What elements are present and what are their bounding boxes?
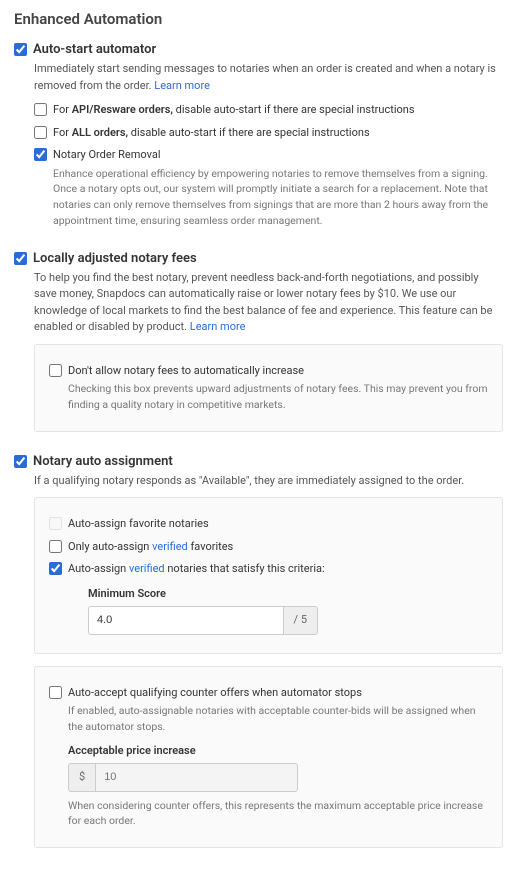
fees-title: Locally adjusted notary fees xyxy=(33,251,197,266)
opt-api-prefix: For xyxy=(53,103,72,116)
opt-all-checkbox[interactable] xyxy=(34,126,47,139)
section-fees: Locally adjusted notary fees To help you… xyxy=(14,251,503,432)
counter-box: Auto-accept qualifying counter offers wh… xyxy=(34,666,503,849)
page-title: Enhanced Automation xyxy=(14,10,503,28)
auto-start-title: Auto-start automator xyxy=(33,42,156,57)
opt-api-rest: disable auto-start if there are special … xyxy=(173,103,415,116)
counter-desc: If enabled, auto-assignable notaries wit… xyxy=(68,703,488,735)
auto-start-desc-text: Immediately start sending messages to no… xyxy=(34,62,496,92)
counter-checkbox[interactable] xyxy=(49,686,62,699)
fav-checkbox[interactable] xyxy=(49,517,62,530)
criteria-checkbox[interactable] xyxy=(49,562,62,575)
section-auto-assign: Notary auto assignment If a qualifying n… xyxy=(14,454,503,849)
auto-start-desc: Immediately start sending messages to no… xyxy=(34,61,503,94)
criteria-prefix: Auto-assign xyxy=(68,562,129,575)
fees-desc-text: To help you find the best notary, preven… xyxy=(34,271,492,334)
no-increase-title: Don't allow notary fees to automatically… xyxy=(68,363,488,380)
opt-all-strong: ALL orders, xyxy=(72,126,128,139)
fav-label: Auto-assign favorite notaries xyxy=(68,517,209,530)
price-input[interactable] xyxy=(95,763,298,792)
opt-api-label: For API/Resware orders, disable auto-sta… xyxy=(53,103,415,116)
auto-assign-title: Notary auto assignment xyxy=(33,454,173,469)
counter-title: Auto-accept qualifying counter offers wh… xyxy=(68,685,488,702)
no-increase-checkbox[interactable] xyxy=(49,364,62,377)
opt-removal-checkbox[interactable] xyxy=(34,148,47,161)
criteria-label: Auto-assign verified notaries that satis… xyxy=(68,562,325,575)
section-auto-start: Auto-start automator Immediately start s… xyxy=(14,42,503,229)
fav-verified-checkbox[interactable] xyxy=(49,540,62,553)
price-prefix: $ xyxy=(68,763,95,792)
price-note: When considering counter offers, this re… xyxy=(68,798,488,830)
criteria-rest: notaries that satisfy this criteria: xyxy=(165,562,325,575)
min-score-input[interactable] xyxy=(88,606,284,635)
fav-verified-label: Only auto-assign verified favorites xyxy=(68,540,233,553)
fees-learn-more-link[interactable]: Learn more xyxy=(190,320,246,333)
opt-removal-desc: Enhance operational efficiency by empowe… xyxy=(53,166,503,229)
opt-api-strong: API/Resware orders, xyxy=(72,103,173,116)
min-score-label: Minimum Score xyxy=(88,586,488,603)
opt-all-rest: disable auto-start if there are special … xyxy=(128,126,370,139)
price-label: Acceptable price increase xyxy=(68,743,488,760)
no-increase-desc: Checking this box prevents upward adjust… xyxy=(68,381,488,413)
fav-verified-prefix: Only auto-assign xyxy=(68,540,152,553)
fees-box: Don't allow notary fees to automatically… xyxy=(34,344,503,432)
opt-removal-title: Notary Order Removal xyxy=(53,147,503,164)
criteria-verified-link[interactable]: verified xyxy=(129,562,165,575)
fav-verified-link[interactable]: verified xyxy=(152,540,188,553)
auto-start-learn-more-link[interactable]: Learn more xyxy=(154,79,210,92)
fees-checkbox[interactable] xyxy=(14,252,27,265)
auto-start-checkbox[interactable] xyxy=(14,43,27,56)
auto-assign-box: Auto-assign favorite notaries Only auto-… xyxy=(34,497,503,654)
opt-all-prefix: For xyxy=(53,126,72,139)
opt-all-label: For ALL orders, disable auto-start if th… xyxy=(53,126,370,139)
fav-verified-rest: favorites xyxy=(188,540,234,553)
auto-assign-checkbox[interactable] xyxy=(14,455,27,468)
auto-assign-desc: If a qualifying notary responds as "Avai… xyxy=(34,473,503,490)
fees-desc: To help you find the best notary, preven… xyxy=(34,270,503,336)
opt-api-checkbox[interactable] xyxy=(34,103,47,116)
min-score-suffix: / 5 xyxy=(284,606,318,635)
